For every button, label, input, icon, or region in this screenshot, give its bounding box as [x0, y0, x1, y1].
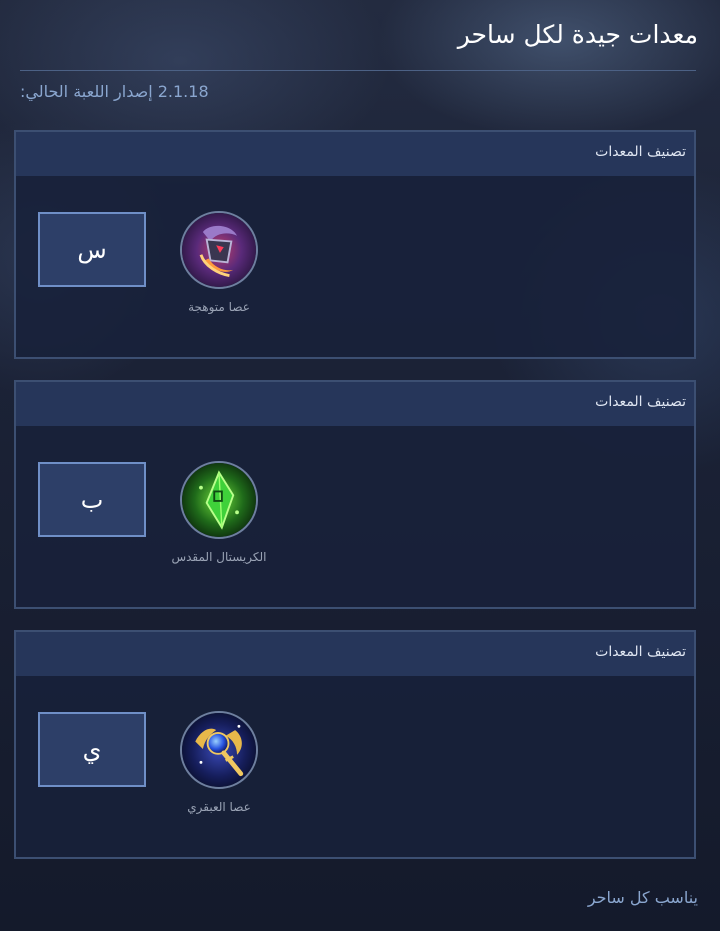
- equipment-card-3: تصنيف المعدات ي عصا العبقري: [14, 630, 696, 859]
- title-divider: [20, 70, 696, 71]
- card-header: تصنيف المعدات: [16, 632, 694, 676]
- flaming-staff-icon[interactable]: [180, 211, 258, 289]
- item-name: عصا العبقري: [187, 800, 251, 814]
- card-header: تصنيف المعدات: [16, 382, 694, 426]
- tier-grade-badge: ي: [38, 712, 146, 787]
- holy-crystal-icon[interactable]: [180, 461, 258, 539]
- page-title: معدات جيدة لكل ساحر: [457, 20, 698, 49]
- item-name: الكريستال المقدس: [171, 550, 267, 564]
- equipment-card-2: تصنيف المعدات ب الكريستال المقدس: [14, 380, 696, 609]
- equipment-card-1: تصنيف المعدات س عصا متوهجة: [14, 130, 696, 359]
- item-name: عصا متوهجة: [188, 300, 250, 314]
- footer-note: يناسب كل ساحر: [587, 888, 698, 907]
- card-header-label: تصنيف المعدات: [595, 394, 686, 410]
- card-header: تصنيف المعدات: [16, 132, 694, 176]
- game-version-label: 2.1.18 إصدار اللعبة الحالي:: [20, 82, 209, 101]
- card-header-label: تصنيف المعدات: [595, 144, 686, 160]
- tier-grade-badge: ب: [38, 462, 146, 537]
- tier-grade-badge: س: [38, 212, 146, 287]
- card-header-label: تصنيف المعدات: [595, 644, 686, 660]
- genius-wand-icon[interactable]: [180, 711, 258, 789]
